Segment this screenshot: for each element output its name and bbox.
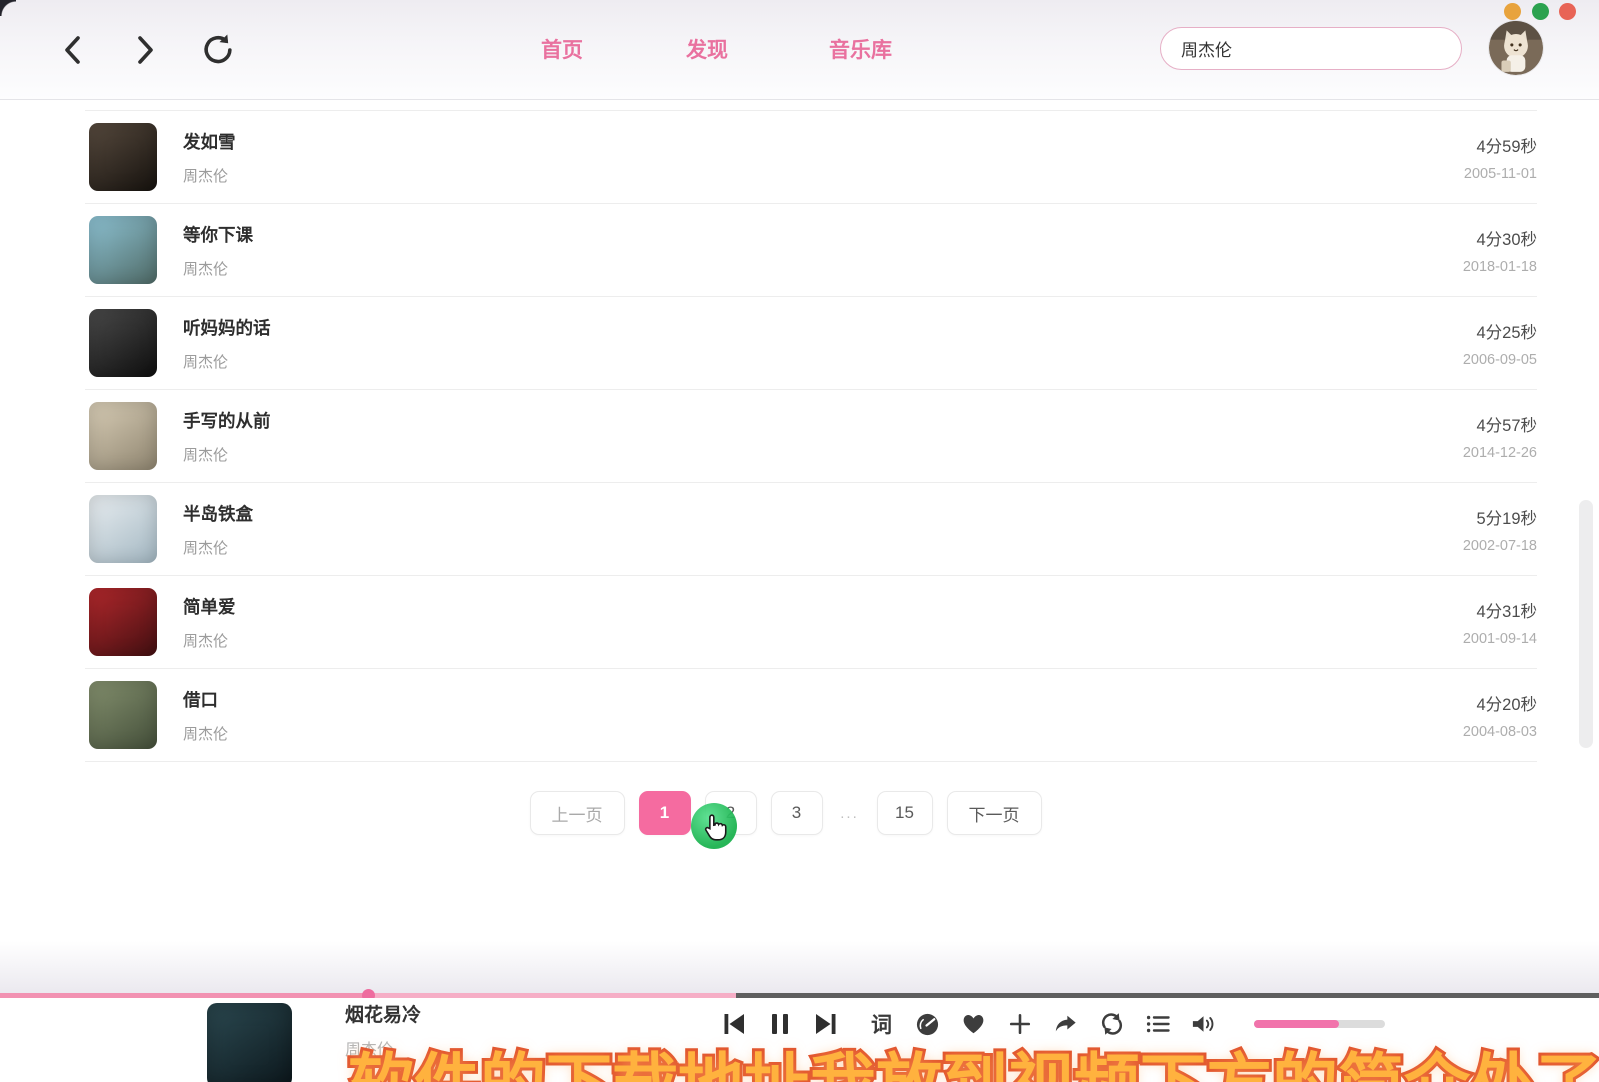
now-playing-title: 烟花易冷 [345,1000,421,1027]
traffic-light-minimize[interactable] [1504,3,1521,20]
song-artist[interactable]: 周杰伦 [183,630,236,651]
song-artist[interactable]: 周杰伦 [183,723,228,744]
traffic-light-zoom[interactable] [1532,3,1549,20]
song-title: 半岛铁盒 [183,501,253,526]
song-list: 发如雪 周杰伦 4分59秒 2005-11-01 等你下课 周杰伦 4分30秒 … [85,110,1537,762]
now-playing-art[interactable] [207,1003,292,1082]
player-top-fade [0,941,1599,993]
song-duration: 4分31秒 [1463,598,1537,622]
refresh-icon [200,32,236,68]
album-art[interactable] [89,309,157,377]
app-window: 首页 发现 音乐库 [0,0,1599,1082]
pagination: 上一页 1 2 3 ... 15 下一页 [0,791,1585,835]
song-row[interactable]: 发如雪 周杰伦 4分59秒 2005-11-01 [85,111,1537,204]
album-art[interactable] [89,123,157,191]
song-title: 借口 [183,687,228,712]
song-row[interactable]: 借口 周杰伦 4分20秒 2004-08-03 [85,669,1537,762]
song-title: 等你下课 [183,222,253,247]
song-date: 2018-01-18 [1463,259,1537,275]
song-row[interactable]: 手写的从前 周杰伦 4分57秒 2014-12-26 [85,390,1537,483]
cat-avatar-image [1489,21,1543,75]
chevron-right-icon [132,33,158,67]
search-input[interactable] [1160,27,1462,70]
song-row[interactable]: 等你下课 周杰伦 4分30秒 2018-01-18 [85,204,1537,297]
back-button[interactable] [53,30,93,70]
song-row[interactable]: 简单爱 周杰伦 4分31秒 2001-09-14 [85,576,1537,669]
window-corner [0,0,16,16]
album-art[interactable] [89,495,157,563]
song-artist[interactable]: 周杰伦 [183,165,236,186]
chevron-left-icon [60,33,86,67]
next-page-button[interactable]: 下一页 [947,791,1042,835]
song-artist[interactable]: 周杰伦 [183,258,253,279]
song-date: 2014-12-26 [1463,445,1537,461]
volume-fill [1254,1020,1339,1028]
avatar[interactable] [1489,21,1543,75]
forward-button[interactable] [125,30,165,70]
tab-home[interactable]: 首页 [541,34,583,64]
song-date: 2001-09-14 [1463,631,1537,647]
volume-slider[interactable] [1254,1020,1385,1028]
song-artist[interactable]: 周杰伦 [183,444,271,465]
album-art[interactable] [89,402,157,470]
topbar: 首页 发现 音乐库 [0,0,1599,100]
album-art[interactable] [89,588,157,656]
song-duration: 4分30秒 [1463,226,1537,250]
song-date: 2005-11-01 [1464,166,1537,182]
song-title: 听妈妈的话 [183,315,271,340]
song-duration: 4分25秒 [1463,319,1537,343]
page-button-1[interactable]: 1 [639,791,691,835]
song-title: 发如雪 [183,129,236,154]
page-button-15[interactable]: 15 [877,791,933,835]
tab-discover[interactable]: 发现 [686,34,728,64]
video-subtitle-overlay: 软件的下载地址我放到视频下方的简介处了 [348,1031,1599,1082]
scrollbar-thumb[interactable] [1579,500,1593,748]
album-art[interactable] [89,681,157,749]
prev-page-button[interactable]: 上一页 [530,791,625,835]
song-date: 2002-07-18 [1463,538,1537,554]
page-button-3[interactable]: 3 [771,791,823,835]
song-row[interactable]: 半岛铁盒 周杰伦 5分19秒 2002-07-18 [85,483,1537,576]
song-row[interactable]: 听妈妈的话 周杰伦 4分25秒 2006-09-05 [85,297,1537,390]
tab-library[interactable]: 音乐库 [829,34,892,64]
song-artist[interactable]: 周杰伦 [183,351,271,372]
album-art[interactable] [89,216,157,284]
song-title: 手写的从前 [183,408,271,433]
song-duration: 4分59秒 [1464,133,1537,157]
song-duration: 4分20秒 [1463,691,1537,715]
hand-cursor-icon [702,813,729,848]
song-duration: 4分57秒 [1463,412,1537,436]
song-artist[interactable]: 周杰伦 [183,537,253,558]
song-date: 2004-08-03 [1463,724,1537,740]
song-date: 2006-09-05 [1463,352,1537,368]
refresh-button[interactable] [198,30,238,70]
page-ellipsis: ... [837,791,863,835]
song-title: 简单爱 [183,594,236,619]
traffic-light-close[interactable] [1559,3,1576,20]
song-duration: 5分19秒 [1463,505,1537,529]
